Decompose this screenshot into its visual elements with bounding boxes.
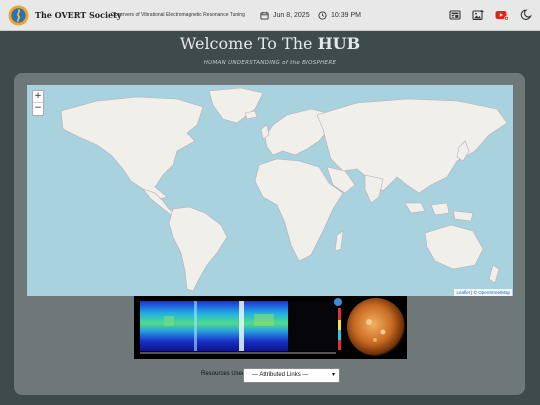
top-bar: The OVERT Society Observers of Vibration… [0,0,540,31]
gallery-icon[interactable] [472,9,484,21]
youtube-icon[interactable] [495,9,509,21]
time-display: 10:39 PM [318,9,361,21]
date-text: Jun 8, 2025 [273,11,310,19]
resources-dropdown[interactable]: — Attributed Links — ▾ [243,368,340,383]
sun-graphic [347,298,405,356]
resources-label: Resources Used: [201,371,248,377]
page-subtitle: HUMAN UNDERSTANDING of the BIOSPHERE [203,60,337,66]
spectrogram-graphic [140,298,342,354]
time-text: 10:39 PM [331,11,361,19]
clock-icon [318,10,327,20]
attr-separator: | © [469,290,479,295]
attr-leaflet-link[interactable]: Leaflet [456,290,470,295]
page-title-prefix: Welcome To The [179,34,318,53]
moon-icon[interactable] [520,9,532,21]
page-title-strong: HUB [317,34,361,53]
map-attribution: Leaflet | © OpenStreetMap [454,289,512,296]
brand-tagline: Observers of Vibrational Electromagnetic… [111,12,245,18]
chevron-down-icon: ▾ [331,372,335,378]
date-display: Jun 8, 2025 [260,9,310,21]
map-zoom-control: + − [32,90,44,116]
calendar-icon [260,11,269,20]
solar-image[interactable] [345,296,407,359]
newspaper-icon[interactable] [449,9,461,21]
world-map-tiles [60,87,508,292]
resources-selected-value: — Attributed Links — [252,372,309,378]
zoom-out-button[interactable]: − [33,103,43,115]
schumann-spectrogram-image[interactable] [134,296,345,359]
overt-logo-icon[interactable] [8,5,29,26]
attr-osm-link[interactable]: OpenStreetMap [478,290,510,295]
world-map[interactable] [27,85,513,296]
zoom-in-button[interactable]: + [33,91,43,103]
brand-name[interactable]: The OVERT Society [35,10,121,20]
page-title: Welcome To The HUB [0,34,540,53]
